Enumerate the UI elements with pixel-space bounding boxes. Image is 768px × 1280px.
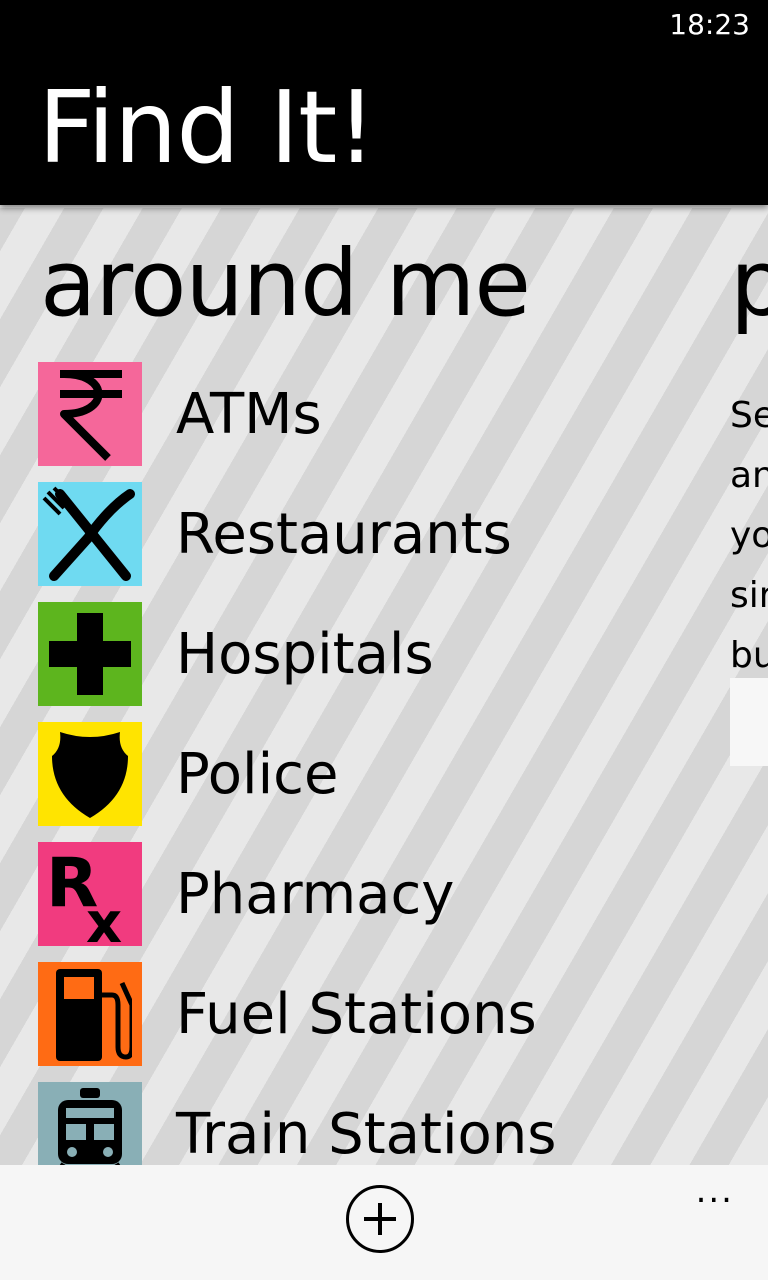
category-label: Restaurants: [176, 501, 512, 567]
category-item-restaurants[interactable]: Restaurants: [38, 482, 556, 586]
category-tile: [38, 482, 142, 586]
train-icon: [58, 1088, 122, 1165]
peek-line: Se: [730, 395, 768, 436]
category-label: Police: [176, 741, 339, 807]
category-label: ATMs: [176, 381, 322, 447]
category-label: Hospitals: [176, 621, 434, 687]
more-options-button[interactable]: ...: [696, 1171, 734, 1211]
category-item-police[interactable]: Police: [38, 722, 556, 826]
panorama-content[interactable]: around me p Se an yo sir bu ATMs Restaur…: [0, 208, 768, 1165]
category-item-fuel-stations[interactable]: Fuel Stations: [38, 962, 556, 1066]
next-section-button-peek[interactable]: [730, 678, 768, 766]
category-tile: [38, 1082, 142, 1165]
category-tile: [38, 722, 142, 826]
peek-line: bu: [730, 635, 768, 676]
peek-line: an: [730, 455, 768, 496]
header-bar: 18:23 Find It!: [0, 0, 768, 205]
peek-line: yo: [730, 515, 768, 556]
category-label: Train Stations: [176, 1101, 557, 1166]
category-label: Pharmacy: [176, 861, 455, 927]
category-item-hospitals[interactable]: Hospitals: [38, 602, 556, 706]
category-tile: [38, 962, 142, 1066]
category-item-train-stations[interactable]: Train Stations: [38, 1082, 556, 1165]
section-title: around me: [40, 230, 531, 337]
status-clock: 18:23: [669, 8, 750, 41]
svg-text:x: x: [86, 891, 122, 944]
category-list: ATMs Restaurants Hospitals Police R x Ph…: [38, 362, 556, 1165]
cross-icon: [49, 613, 131, 695]
add-circle-icon[interactable]: [346, 1185, 414, 1253]
fork-knife-icon: [42, 486, 135, 581]
category-tile: [38, 362, 142, 466]
badge-icon: [52, 732, 128, 818]
category-tile: [38, 602, 142, 706]
peek-line: sir: [730, 575, 768, 616]
category-item-atms[interactable]: ATMs: [38, 362, 556, 466]
rupee-icon: [60, 370, 122, 461]
category-item-pharmacy[interactable]: R x Pharmacy: [38, 842, 556, 946]
app-title: Find It!: [38, 69, 376, 186]
next-section-title-peek[interactable]: p: [730, 238, 768, 330]
app-bar: ...: [0, 1165, 768, 1280]
rx-icon: R x: [46, 844, 122, 944]
category-label: Fuel Stations: [176, 981, 537, 1047]
next-section-text-peek: Se an yo sir bu: [730, 386, 768, 686]
fuel-pump-icon: [56, 969, 132, 1061]
category-tile: R x: [38, 842, 142, 946]
